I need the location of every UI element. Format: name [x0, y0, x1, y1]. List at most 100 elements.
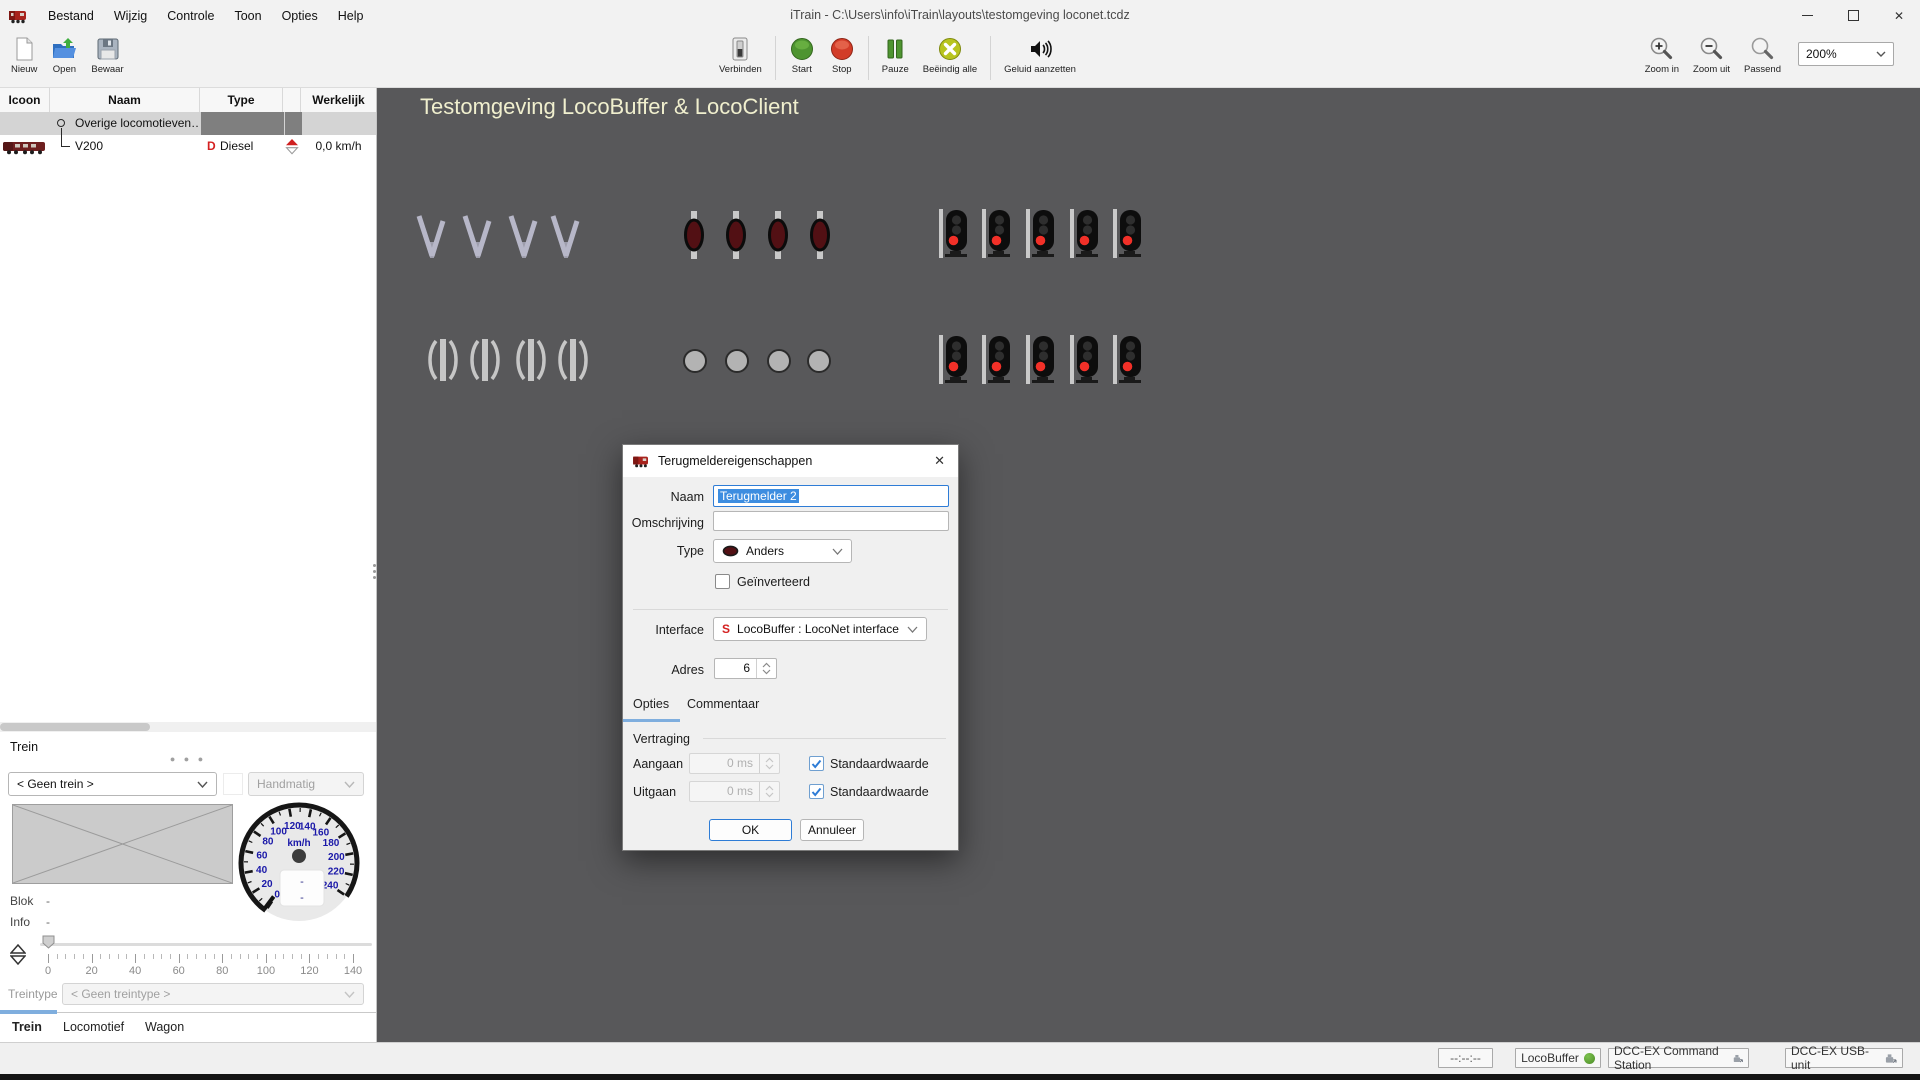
semaphore[interactable] — [544, 206, 588, 265]
layout-canvas[interactable]: Testomgeving LocoBuffer & LocoClient — [377, 88, 1920, 1042]
table-row-v200[interactable]: V200 D Diesel 0,0 km/h — [0, 135, 376, 158]
decoupler[interactable] — [423, 334, 463, 391]
tab-opties[interactable]: Opties — [633, 697, 669, 711]
zoom-in-button[interactable]: Zoom in — [1638, 35, 1686, 76]
speed-slider-labels: 020406080100120140 — [48, 965, 353, 978]
light-signal[interactable] — [1024, 206, 1060, 269]
decoupler[interactable] — [553, 334, 593, 391]
col-type[interactable]: Type — [200, 88, 283, 112]
col-icoon[interactable]: Icoon — [0, 88, 50, 112]
start-button[interactable]: Start — [782, 35, 822, 76]
light-signal[interactable] — [1111, 332, 1147, 395]
decoupler[interactable] — [511, 334, 551, 391]
annuleer-button[interactable]: Annuleer — [800, 819, 864, 841]
open-button[interactable]: Open — [44, 35, 84, 76]
oval-signal[interactable] — [714, 208, 758, 267]
light-signal[interactable] — [1068, 332, 1104, 395]
type-select[interactable]: Anders — [713, 539, 852, 563]
tab-trein[interactable]: Trein — [12, 1020, 42, 1034]
pause-icon — [882, 36, 908, 62]
omschrijving-input[interactable] — [713, 511, 949, 531]
table-row-group[interactable]: Overige locomotieven… — [0, 112, 376, 135]
new-button[interactable]: Nieuw — [4, 35, 44, 76]
panel-resize-handle[interactable]: ● ● ● — [0, 754, 376, 764]
light-signal[interactable] — [937, 332, 973, 395]
locobuffer-status[interactable]: LocoBuffer — [1515, 1048, 1601, 1068]
semaphore[interactable] — [410, 206, 454, 265]
direction-indicator-icon[interactable] — [285, 138, 299, 155]
zoom-level-select[interactable]: 200% — [1798, 42, 1894, 66]
ok-button[interactable]: OK — [709, 819, 792, 841]
scrollbar-thumb[interactable] — [0, 723, 150, 731]
interface-select[interactable]: S LocoBuffer : LocoNet interface — [713, 617, 927, 641]
stepper-arrows-icon[interactable] — [756, 659, 776, 678]
command-station-status[interactable]: DCC-EX Command Station — [1608, 1048, 1749, 1068]
decoupler[interactable] — [465, 334, 505, 391]
zoom-out-button[interactable]: Zoom uit — [1686, 35, 1737, 76]
light-signal[interactable] — [1024, 332, 1060, 395]
direction-toggle[interactable] — [10, 944, 26, 965]
light-signal[interactable] — [980, 206, 1016, 269]
aangaan-label: Aangaan — [633, 753, 683, 775]
pause-button[interactable]: Pauze — [875, 35, 916, 76]
type-letter: D — [207, 135, 216, 158]
oval-signal[interactable] — [798, 208, 842, 267]
mode-select[interactable]: Handmatig — [248, 772, 364, 796]
round-detector[interactable] — [724, 348, 750, 379]
menu-help[interactable]: Help — [328, 9, 374, 23]
tab-commentaar[interactable]: Commentaar — [687, 697, 759, 711]
speed-slider-track[interactable] — [40, 943, 372, 946]
minimize-button[interactable] — [1800, 9, 1814, 23]
dialog-title-bar[interactable]: Terugmeldereigenschappen ✕ — [623, 445, 958, 477]
semaphore[interactable] — [456, 206, 500, 265]
light-signal[interactable] — [937, 206, 973, 269]
train-select[interactable]: < Geen trein > — [8, 772, 217, 796]
dialog-close-icon[interactable]: ✕ — [930, 451, 949, 471]
panel-splitter-handle[interactable] — [372, 558, 377, 584]
speed-slider-handle[interactable] — [42, 935, 55, 949]
col-naam[interactable]: Naam — [50, 88, 200, 112]
slider-tick-label: 0 — [45, 965, 51, 977]
menu-wijzig[interactable]: Wijzig — [104, 9, 157, 23]
connect-button[interactable]: Verbinden — [712, 35, 769, 76]
round-detector[interactable] — [766, 348, 792, 379]
adres-label: Adres — [623, 659, 704, 681]
round-detector[interactable] — [806, 348, 832, 379]
treintype-select[interactable]: < Geen treintype > — [62, 983, 364, 1005]
menu-controle[interactable]: Controle — [157, 9, 224, 23]
menu-bestand[interactable]: Bestand — [38, 9, 104, 23]
aangaan-default-checkbox[interactable] — [809, 756, 824, 771]
geinverteerd-checkbox[interactable] — [715, 574, 730, 589]
speaker-icon — [1027, 36, 1053, 62]
menu-toon[interactable]: Toon — [224, 9, 271, 23]
light-signal[interactable] — [980, 332, 1016, 395]
aangaan-stepper[interactable]: 0 ms — [689, 753, 780, 774]
tab-locomotief[interactable]: Locomotief — [63, 1020, 124, 1034]
oval-signal[interactable] — [672, 208, 716, 267]
uitgaan-default-checkbox[interactable] — [809, 784, 824, 799]
zoom-fit-button[interactable]: Passend — [1737, 35, 1788, 76]
light-signal[interactable] — [1111, 206, 1147, 269]
horizontal-scrollbar[interactable] — [0, 722, 376, 732]
tree-node-icon[interactable] — [57, 119, 65, 127]
naam-label: Naam — [623, 486, 704, 508]
close-button[interactable]: ✕ — [1892, 9, 1906, 23]
semaphore[interactable] — [502, 206, 546, 265]
save-button[interactable]: Bewaar — [84, 35, 130, 76]
oval-signal[interactable] — [756, 208, 800, 267]
uitgaan-stepper[interactable]: 0 ms — [689, 781, 780, 802]
naam-input[interactable]: Terugmelder 2 — [713, 485, 949, 507]
end-all-button[interactable]: Beëindig alle — [916, 35, 984, 76]
stop-button[interactable]: Stop — [822, 35, 862, 76]
light-signal[interactable] — [1068, 206, 1104, 269]
tab-wagon[interactable]: Wagon — [145, 1020, 184, 1034]
sound-button[interactable]: Geluid aanzetten — [997, 35, 1083, 76]
info-label: Info - — [10, 915, 30, 929]
maximize-button[interactable] — [1846, 9, 1860, 23]
adres-stepper[interactable]: 6 — [714, 658, 777, 679]
usb-unit-status[interactable]: DCC-EX USB-unit — [1785, 1048, 1903, 1068]
col-werkelijk[interactable]: Werkelijk — [301, 88, 376, 112]
menu-opties[interactable]: Opties — [272, 9, 328, 23]
col-direction[interactable] — [283, 88, 301, 112]
round-detector[interactable] — [682, 348, 708, 379]
